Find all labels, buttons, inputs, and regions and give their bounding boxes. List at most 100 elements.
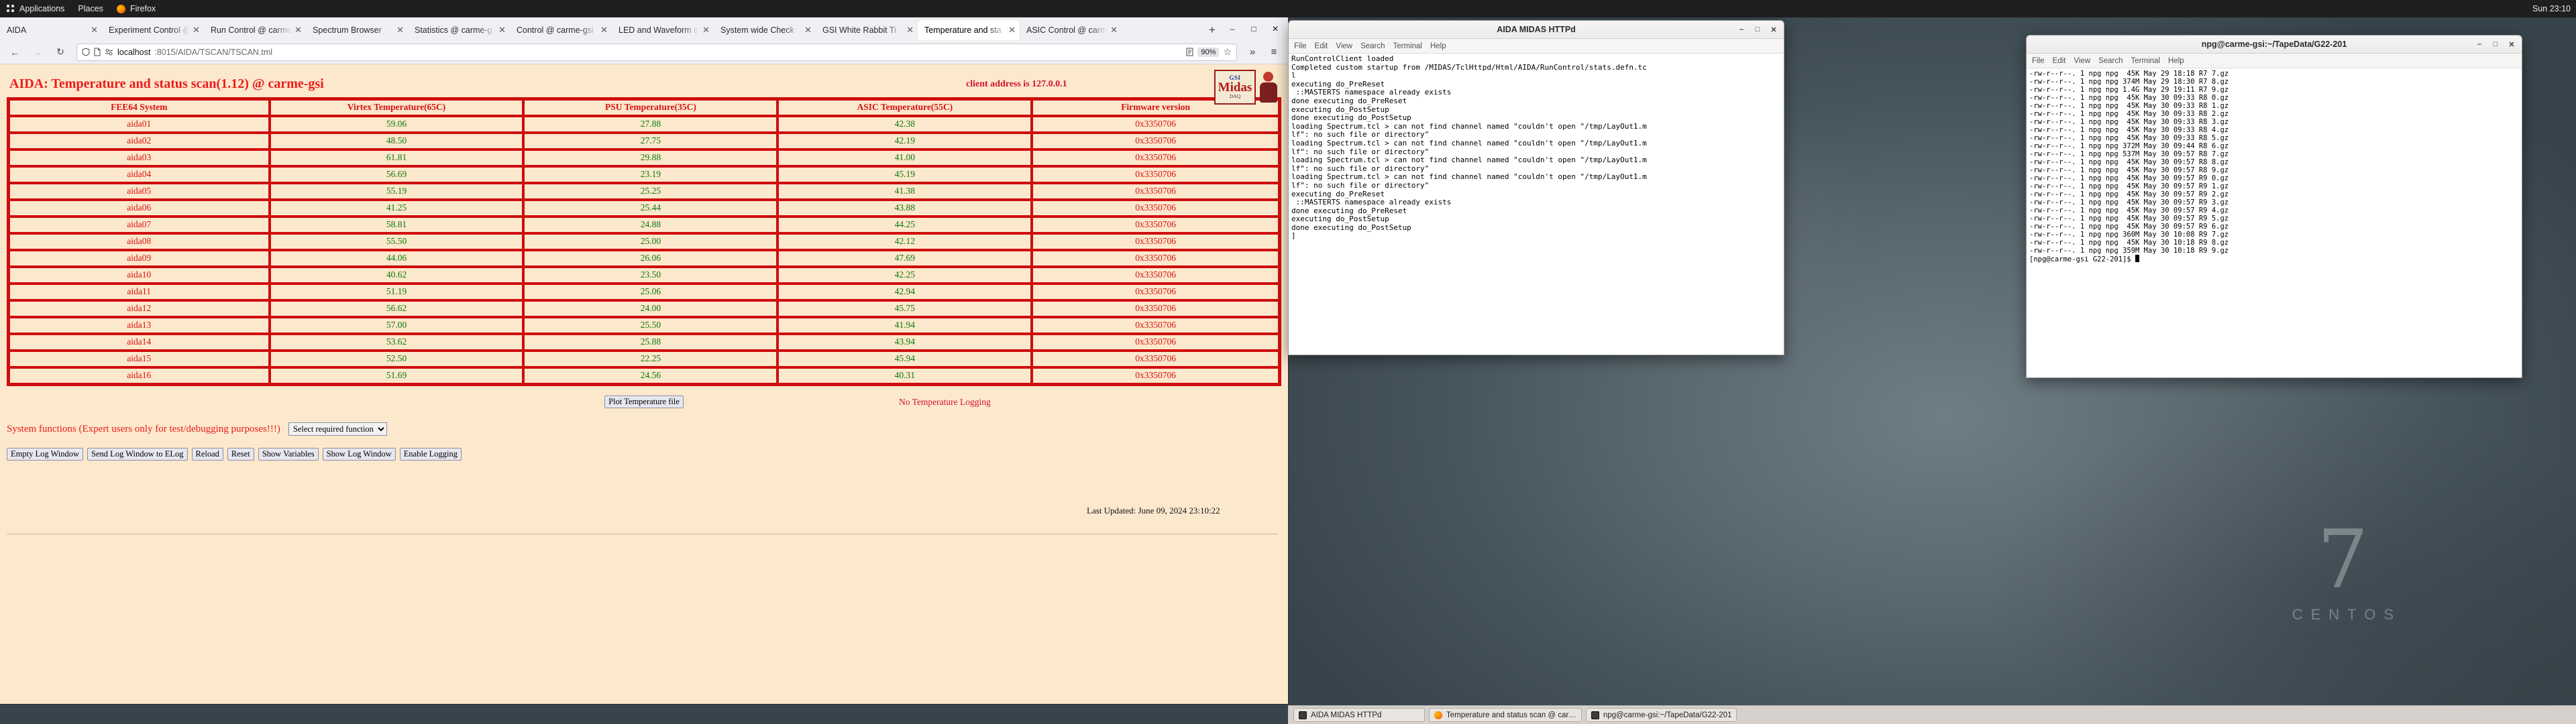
tab-close-icon[interactable]: ✕ xyxy=(1008,25,1016,36)
select-required-function[interactable]: Select required function xyxy=(288,422,387,436)
fee64-system-cell: aida15 xyxy=(9,351,270,367)
browser-tab[interactable]: GSI White Rabbit Ti ✕ xyxy=(816,20,918,40)
tape-menu-item[interactable]: Edit xyxy=(2053,57,2066,65)
tape-maximize-button[interactable]: □ xyxy=(2488,38,2503,51)
tab-close-icon[interactable]: ✕ xyxy=(702,25,710,36)
forward-button[interactable]: → xyxy=(28,44,47,61)
maximize-button[interactable]: □ xyxy=(1244,19,1264,39)
terminal-line: -rw-r--r--. 1 npg npg 45K May 30 09:57 R… xyxy=(2029,206,2229,215)
applications-menu[interactable]: Applications xyxy=(7,4,64,13)
table-body: aida01 59.06 27.88 42.38 0x3350706 aida02 48.5… xyxy=(9,116,1279,384)
midas-minimize-button[interactable]: – xyxy=(1734,23,1749,36)
tab-close-icon[interactable]: ✕ xyxy=(600,25,608,36)
temperature-cell: 23.50 xyxy=(523,267,778,284)
fee64-system-cell: aida08 xyxy=(9,233,270,250)
zoom-level-badge[interactable]: 90% xyxy=(1197,47,1220,57)
minimize-button[interactable]: – xyxy=(1222,19,1242,39)
temperature-cell: 41.38 xyxy=(777,183,1032,200)
plot-temperature-file-button[interactable]: Plot Temperature file xyxy=(604,396,684,408)
tape-close-button[interactable]: ✕ xyxy=(2504,38,2519,51)
temperature-cell: 48.50 xyxy=(269,133,524,149)
tape-menu-item[interactable]: Help xyxy=(2168,57,2184,65)
temperature-cell: 42.38 xyxy=(777,116,1032,133)
tape-terminal-output[interactable]: -rw-r--r--. 1 npg npg 45K May 29 18:18 R… xyxy=(2027,68,2522,377)
tape-menu-item[interactable]: Search xyxy=(2098,57,2123,65)
midas-menu-item[interactable]: View xyxy=(1336,42,1352,50)
browser-tab[interactable]: Control @ carme-gsi ✕ xyxy=(510,20,612,40)
temperature-cell: 24.88 xyxy=(523,217,778,233)
system-function-button[interactable]: Show Log Window xyxy=(322,448,396,461)
system-function-button[interactable]: Empty Log Window xyxy=(7,448,84,461)
url-bar[interactable]: localhost:8015/AIDA/TSCAN/TSCAN.tml 90% … xyxy=(76,43,1237,61)
hamburger-menu-icon[interactable]: ≡ xyxy=(1265,46,1283,58)
taskbar-window-button[interactable]: AIDA MIDAS HTTPd xyxy=(1293,708,1425,722)
browser-tab[interactable]: System wide Check ✕ xyxy=(714,20,816,40)
system-function-button[interactable]: Enable Logging xyxy=(399,448,462,461)
midas-terminal-titlebar[interactable]: AIDA MIDAS HTTPd – □ ✕ xyxy=(1289,21,1784,39)
browser-tab[interactable]: ASIC Control @ carm ✕ xyxy=(1020,20,1122,40)
places-menu[interactable]: Places xyxy=(78,4,103,13)
close-button[interactable]: ✕ xyxy=(1265,19,1285,39)
midas-menu-item[interactable]: Terminal xyxy=(1393,42,1422,50)
tape-terminal-titlebar[interactable]: npg@carme-gsi:~/TapeData/G22-201 – □ ✕ xyxy=(2027,36,2522,54)
browser-tab[interactable]: Experiment Control @ ✕ xyxy=(102,20,204,40)
new-tab-button[interactable]: + xyxy=(1202,20,1222,40)
overflow-chevron-icon[interactable]: » xyxy=(1244,46,1261,58)
firmware-version-cell: 0x3350706 xyxy=(1032,149,1279,166)
fee64-system-cell: aida10 xyxy=(9,267,270,284)
reader-view-icon[interactable] xyxy=(1186,48,1193,56)
terminal-line: ] xyxy=(1291,231,1296,241)
tab-close-icon[interactable]: ✕ xyxy=(906,25,914,36)
browser-tab[interactable]: Statistics @ carme-g ✕ xyxy=(408,20,510,40)
browser-tab[interactable]: Run Control @ carme ✕ xyxy=(204,20,306,40)
temperature-cell: 42.94 xyxy=(777,284,1032,300)
system-function-button[interactable]: Show Variables xyxy=(258,448,319,461)
midas-menu-item[interactable]: Search xyxy=(1360,42,1385,50)
midas-menu-item[interactable]: Edit xyxy=(1315,42,1328,50)
tab-close-icon[interactable]: ✕ xyxy=(294,25,302,36)
system-function-button[interactable]: Reset xyxy=(227,448,254,461)
system-function-button[interactable]: Reload xyxy=(191,448,223,461)
tape-minimize-button[interactable]: – xyxy=(2472,38,2487,51)
firmware-version-cell: 0x3350706 xyxy=(1032,334,1279,351)
browser-tab[interactable]: LED and Waveform c ✕ xyxy=(612,20,714,40)
page-title: AIDA: Temperature and status scan(1.12) … xyxy=(9,76,324,91)
clock[interactable]: Sun 23:10 xyxy=(2532,4,2571,13)
bookmark-star-icon[interactable]: ☆ xyxy=(1223,46,1232,58)
midas-close-button[interactable]: ✕ xyxy=(1766,23,1781,36)
midas-terminal-output[interactable]: RunControlClient loaded Completed custom … xyxy=(1289,54,1784,355)
temperature-cell: 25.44 xyxy=(523,200,778,217)
reload-button[interactable]: ↻ xyxy=(51,44,70,61)
tape-menu-item[interactable]: File xyxy=(2032,57,2045,65)
firefox-app-menu[interactable]: Firefox xyxy=(116,4,156,13)
browser-nav-bar: ← → ↻ localhost:8015/AIDA/TSCAN/TSCAN.tm… xyxy=(0,40,1288,64)
system-function-button[interactable]: Send Log Window to ELog xyxy=(87,448,188,461)
tab-close-icon[interactable]: ✕ xyxy=(396,25,404,36)
back-button[interactable]: ← xyxy=(5,44,24,61)
tab-close-icon[interactable]: ✕ xyxy=(804,25,812,36)
url-host: localhost xyxy=(117,47,151,57)
no-temperature-logging-status: No Temperature Logging xyxy=(899,397,991,407)
taskbar-window-button[interactable]: npg@carme-gsi:~/TapeData/G22-201 xyxy=(1585,708,1737,722)
browser-tab[interactable]: AIDA ✕ xyxy=(0,20,102,40)
tab-close-icon[interactable]: ✕ xyxy=(193,25,200,36)
tab-close-icon[interactable]: ✕ xyxy=(498,25,506,36)
firmware-version-cell: 0x3350706 xyxy=(1032,217,1279,233)
midas-logo-mid: Midas xyxy=(1218,80,1252,95)
browser-tab-label: AIDA xyxy=(7,25,27,35)
tape-menu-item[interactable]: View xyxy=(2074,57,2090,65)
tab-close-icon[interactable]: ✕ xyxy=(91,25,98,36)
tape-menu-item[interactable]: Terminal xyxy=(2131,57,2160,65)
permissions-icon[interactable] xyxy=(105,48,113,56)
midas-menu-item[interactable]: File xyxy=(1294,42,1307,50)
tab-close-icon[interactable]: ✕ xyxy=(1110,25,1118,36)
midas-menu-item[interactable]: Help xyxy=(1430,42,1446,50)
taskbar-window-button[interactable]: Temperature and status scan @ car… xyxy=(1429,708,1582,722)
table-column-header: FEE64 System xyxy=(9,99,270,116)
browser-tab[interactable]: Temperature and sta ✕ xyxy=(918,20,1020,40)
midas-maximize-button[interactable]: □ xyxy=(1750,23,1765,36)
temperature-cell: 41.25 xyxy=(269,200,524,217)
browser-tab[interactable]: Spectrum Browser ✕ xyxy=(306,20,408,40)
temperature-cell: 45.75 xyxy=(777,300,1032,317)
temperature-cell: 24.56 xyxy=(523,367,778,384)
